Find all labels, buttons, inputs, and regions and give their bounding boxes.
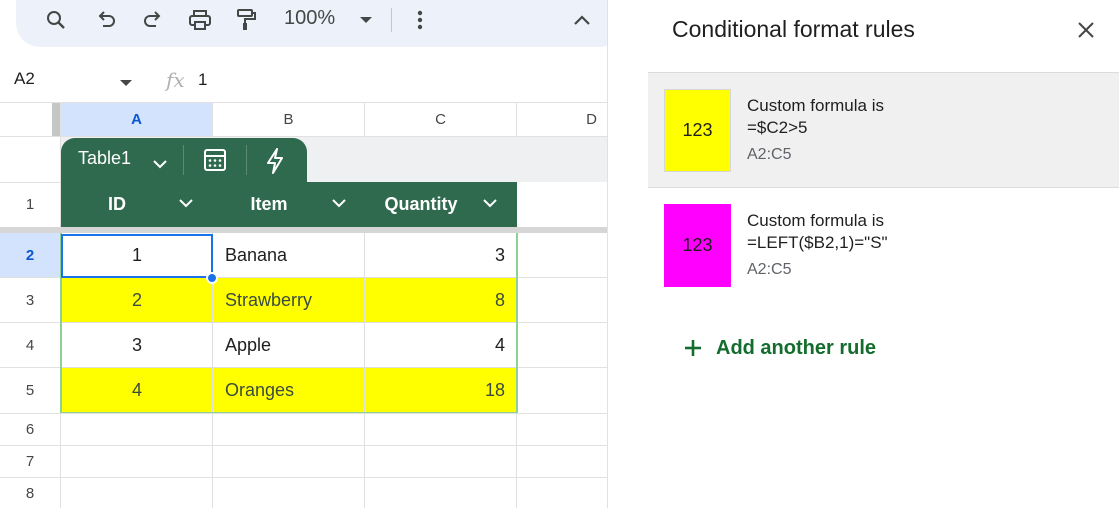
row-header-4[interactable]: 4 <box>0 323 60 368</box>
panel-title: Conditional format rules <box>672 16 915 42</box>
lightning-icon[interactable] <box>265 148 285 179</box>
redo-icon[interactable] <box>137 6 169 34</box>
header-quantity[interactable]: Quantity <box>365 182 477 227</box>
rule-condition-label: Custom formula is <box>747 211 884 230</box>
row-header-3[interactable]: 3 <box>0 278 60 323</box>
table-header-row: ID Item Quantity <box>61 182 517 227</box>
column-header-d[interactable]: D <box>517 103 607 136</box>
print-icon[interactable] <box>184 6 216 34</box>
rule-condition-formula: =$C2>5 <box>747 118 808 137</box>
select-all-corner[interactable] <box>0 103 60 136</box>
freeze-handle[interactable] <box>52 103 60 136</box>
rule-range: A2:C5 <box>747 146 792 163</box>
toolbar-divider <box>391 8 392 32</box>
fill-handle[interactable] <box>206 272 218 284</box>
name-box-value: A2 <box>14 69 35 88</box>
rule-card[interactable]: 123 Custom formula is =$C2>5 A2:C5 <box>648 73 1119 188</box>
table-menu-chevron-icon[interactable] <box>152 156 168 174</box>
row-header-7[interactable]: 7 <box>0 445 60 477</box>
header-id-chevron-icon[interactable] <box>178 196 194 214</box>
collapse-toolbar-icon[interactable] <box>566 6 598 34</box>
rule-condition: Custom formula is =LEFT($B2,1)="S" <box>747 210 888 254</box>
undo-icon[interactable] <box>90 6 122 34</box>
chip-divider <box>183 145 184 175</box>
rule-range: A2:C5 <box>747 261 792 278</box>
close-icon[interactable] <box>1070 14 1102 46</box>
header-id[interactable]: ID <box>61 182 173 227</box>
row-header-1[interactable]: 1 <box>0 182 60 227</box>
name-box[interactable]: A2 <box>14 69 124 91</box>
rule-condition: Custom formula is =$C2>5 <box>747 95 884 139</box>
row-header-5[interactable]: 5 <box>0 368 60 413</box>
header-quantity-chevron-icon[interactable] <box>482 196 498 214</box>
row-header-2[interactable]: 2 <box>0 233 60 278</box>
rule-preview: 123 <box>664 89 731 172</box>
chip-divider <box>246 145 247 175</box>
search-icon[interactable] <box>40 6 72 34</box>
row-header-8[interactable]: 8 <box>0 477 60 508</box>
column-header-b[interactable]: B <box>213 103 364 136</box>
column-header-a[interactable]: A <box>61 103 212 136</box>
plus-icon <box>684 339 702 357</box>
fx-label: fx <box>166 68 185 92</box>
add-rule-label: Add another rule <box>716 336 877 359</box>
calculator-icon[interactable] <box>203 148 227 177</box>
formula-input[interactable]: 1 <box>198 70 207 90</box>
table-name[interactable]: Table1 <box>78 148 131 169</box>
toolbar: 100% <box>16 0 624 47</box>
zoom-value[interactable]: 100% <box>284 7 335 30</box>
add-rule-button[interactable]: Add another rule <box>684 334 876 362</box>
rule-preview: 123 <box>664 204 731 287</box>
rule-condition-formula: =LEFT($B2,1)="S" <box>747 233 888 252</box>
active-cell-selection <box>61 234 213 278</box>
header-item-chevron-icon[interactable] <box>331 196 347 214</box>
paint-format-icon[interactable] <box>230 6 262 34</box>
header-item[interactable]: Item <box>213 182 325 227</box>
rule-condition-label: Custom formula is <box>747 96 884 115</box>
column-header-c[interactable]: C <box>365 103 516 136</box>
rule-card[interactable]: 123 Custom formula is =LEFT($B2,1)="S" A… <box>648 188 1119 303</box>
row-header-6[interactable]: 6 <box>0 413 60 445</box>
name-box-dropdown-icon[interactable] <box>119 75 133 93</box>
zoom-dropdown-icon[interactable] <box>350 6 382 34</box>
more-vert-icon[interactable] <box>404 6 436 34</box>
